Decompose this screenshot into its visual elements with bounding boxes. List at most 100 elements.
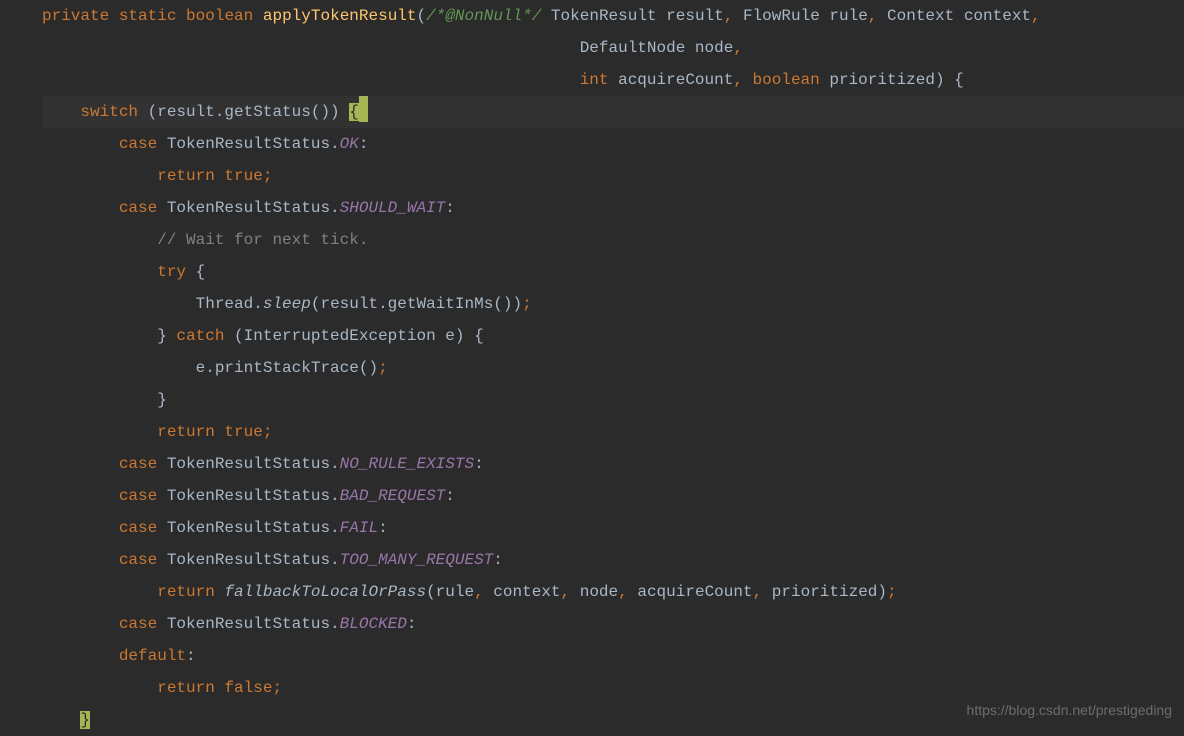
semicolon: ; <box>263 167 273 185</box>
keyword: int <box>580 71 609 89</box>
static-method: fallbackToLocalOrPass <box>224 583 426 601</box>
keyword: case <box>119 487 157 505</box>
brace: } <box>157 327 176 345</box>
keyword: catch <box>176 327 224 345</box>
code-line[interactable]: return fallbackToLocalOrPass(rule, conte… <box>42 576 1184 608</box>
keyword: private <box>42 7 109 25</box>
comma: , <box>561 583 571 601</box>
code-text: acquireCount <box>628 583 753 601</box>
comma: , <box>1031 7 1041 25</box>
keyword: return <box>157 583 224 601</box>
keyword: case <box>119 551 157 569</box>
comment: /*@NonNull*/ <box>426 7 541 25</box>
colon: : <box>186 647 196 665</box>
colon: : <box>493 551 503 569</box>
comma: , <box>868 7 878 25</box>
param: TokenResult result <box>541 7 723 25</box>
code-line-current[interactable]: switch (result.getStatus()) { <box>42 96 1184 128</box>
code-text: (result.getStatus()) <box>138 103 349 121</box>
code-line[interactable]: try { <box>42 256 1184 288</box>
keyword: case <box>119 615 157 633</box>
code-line[interactable]: // Wait for next tick. <box>42 224 1184 256</box>
code-editor[interactable]: private static boolean applyTokenResult(… <box>0 0 1184 736</box>
enum-value: OK <box>340 135 359 153</box>
param: DefaultNode node <box>580 39 734 57</box>
code-text: TokenResultStatus. <box>157 135 339 153</box>
brace: { <box>186 263 205 281</box>
code-line[interactable]: } <box>42 384 1184 416</box>
code-line[interactable]: case TokenResultStatus.TOO_MANY_REQUEST: <box>42 544 1184 576</box>
brace: } <box>157 391 167 409</box>
semicolon: ; <box>378 359 388 377</box>
code-line[interactable]: return true; <box>42 416 1184 448</box>
comma: , <box>733 71 743 89</box>
enum-value: NO_RULE_EXISTS <box>340 455 474 473</box>
colon: : <box>474 455 484 473</box>
code-text: prioritized) <box>762 583 887 601</box>
comma: , <box>474 583 484 601</box>
param: FlowRule rule <box>733 7 867 25</box>
comma: , <box>733 39 743 57</box>
code-line[interactable]: case TokenResultStatus.FAIL: <box>42 512 1184 544</box>
brace-highlight: { <box>349 103 359 121</box>
code-line[interactable]: case TokenResultStatus.OK: <box>42 128 1184 160</box>
code-text: TokenResultStatus. <box>157 455 339 473</box>
keyword: boolean <box>186 7 253 25</box>
enum-value: BAD_REQUEST <box>340 487 446 505</box>
code-line[interactable]: Thread.sleep(result.getWaitInMs()); <box>42 288 1184 320</box>
keyword: return true <box>157 167 263 185</box>
keyword: return false <box>157 679 272 697</box>
code-text: TokenResultStatus. <box>157 487 339 505</box>
keyword: return true <box>157 423 263 441</box>
code-line[interactable]: case TokenResultStatus.BLOCKED: <box>42 608 1184 640</box>
code-line[interactable]: private static boolean applyTokenResult(… <box>42 0 1184 32</box>
code-line[interactable]: } catch (InterruptedException e) { <box>42 320 1184 352</box>
semicolon: ; <box>522 295 532 313</box>
code-line[interactable]: case TokenResultStatus.NO_RULE_EXISTS: <box>42 448 1184 480</box>
semicolon: ; <box>272 679 282 697</box>
colon: : <box>407 615 417 633</box>
brace-highlight: } <box>80 711 90 729</box>
code-text: TokenResultStatus. <box>157 519 339 537</box>
keyword: case <box>119 455 157 473</box>
code-text: context <box>484 583 561 601</box>
comma: , <box>724 7 734 25</box>
code-text: e.printStackTrace() <box>196 359 378 377</box>
keyword: case <box>119 519 157 537</box>
watermark: https://blog.csdn.net/prestigeding <box>967 694 1172 726</box>
code-text: TokenResultStatus. <box>157 551 339 569</box>
semicolon: ; <box>887 583 897 601</box>
code-text: node <box>570 583 618 601</box>
code-text: (result.getWaitInMs()) <box>311 295 522 313</box>
keyword: boolean <box>743 71 820 89</box>
code-line[interactable]: case TokenResultStatus.SHOULD_WAIT: <box>42 192 1184 224</box>
param: acquireCount <box>609 71 734 89</box>
code-line[interactable]: e.printStackTrace(); <box>42 352 1184 384</box>
code-line[interactable]: int acquireCount, boolean prioritized) { <box>42 64 1184 96</box>
enum-value: BLOCKED <box>340 615 407 633</box>
comma: , <box>753 583 763 601</box>
comma: , <box>618 583 628 601</box>
code-text: TokenResultStatus. <box>157 199 339 217</box>
static-method: sleep <box>263 295 311 313</box>
colon: : <box>445 487 455 505</box>
code-text: (InterruptedException e) { <box>224 327 483 345</box>
paren: ( <box>417 7 427 25</box>
enum-value: SHOULD_WAIT <box>340 199 446 217</box>
code-line[interactable]: return true; <box>42 160 1184 192</box>
code-line[interactable]: default: <box>42 640 1184 672</box>
code-text: (rule <box>426 583 474 601</box>
keyword: case <box>119 199 157 217</box>
colon: : <box>359 135 369 153</box>
colon: : <box>445 199 455 217</box>
keyword: static <box>119 7 177 25</box>
colon: : <box>378 519 388 537</box>
comment: // Wait for next tick. <box>157 231 368 249</box>
code-line[interactable]: DefaultNode node, <box>42 32 1184 64</box>
keyword: switch <box>80 103 138 121</box>
keyword: case <box>119 135 157 153</box>
cursor <box>359 96 368 122</box>
semicolon: ; <box>263 423 273 441</box>
code-line[interactable]: case TokenResultStatus.BAD_REQUEST: <box>42 480 1184 512</box>
method-name: applyTokenResult <box>263 7 417 25</box>
